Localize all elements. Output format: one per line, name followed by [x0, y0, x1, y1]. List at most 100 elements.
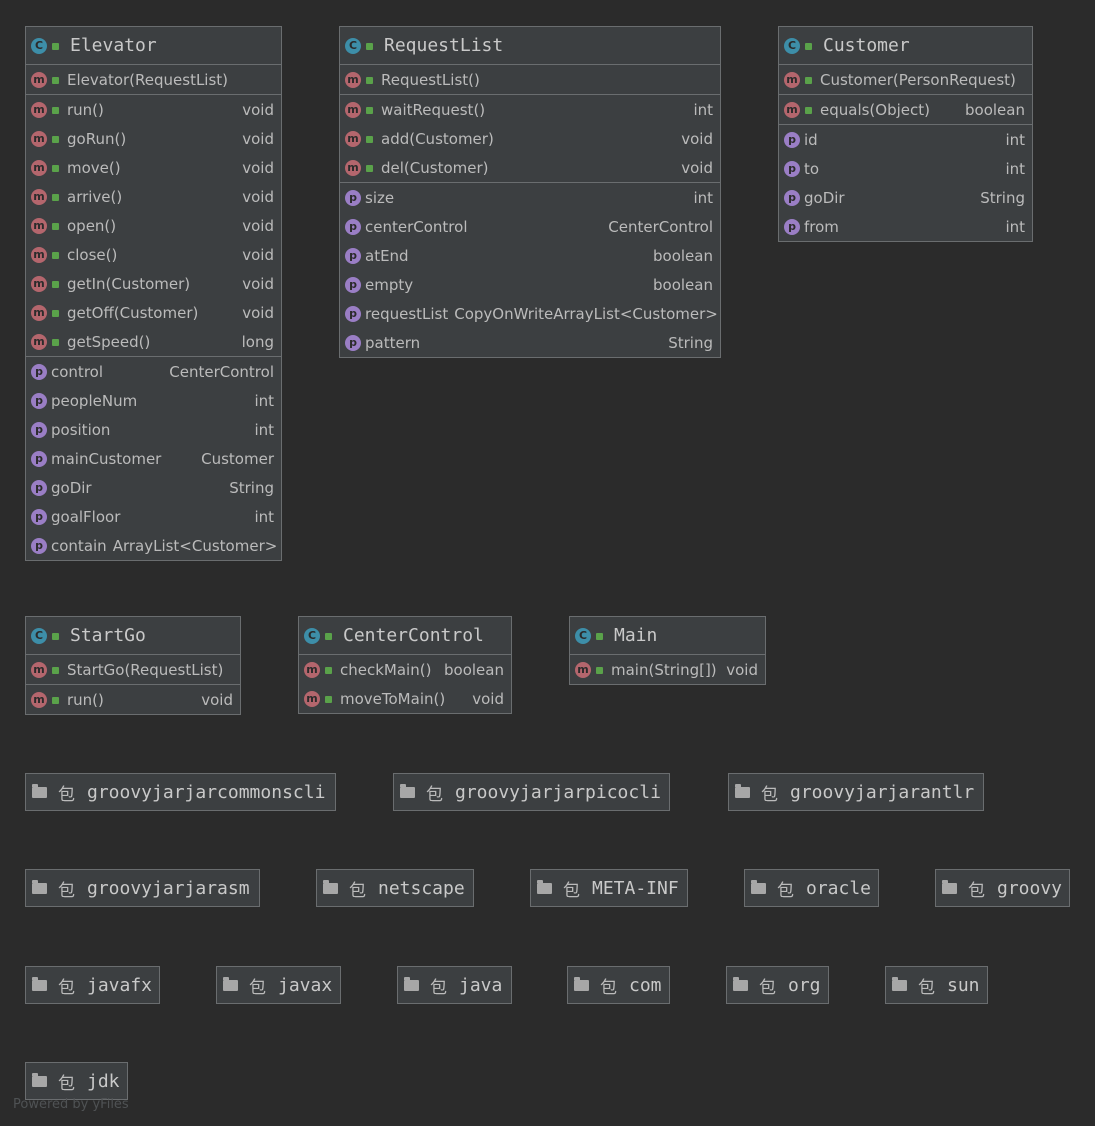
folder-icon: [751, 879, 766, 894]
property-icon: p: [31, 508, 47, 525]
package-groovyjarjarcommonscli[interactable]: 包 groovyjarjarcommonscli: [25, 773, 336, 811]
public-icon: [52, 667, 59, 674]
public-icon: [366, 107, 373, 114]
property-icon: p: [345, 247, 361, 264]
field-type: int: [1005, 159, 1025, 178]
field-row[interactable]: p pattern String: [340, 328, 720, 357]
folder-icon: [942, 879, 957, 894]
method-row[interactable]: m equals(Object) boolean: [779, 95, 1032, 124]
package-oracle[interactable]: 包 oracle: [744, 869, 879, 907]
field-row[interactable]: p goDir String: [26, 473, 281, 502]
field-type: int: [254, 391, 274, 410]
constructor-row[interactable]: m Customer(PersonRequest): [779, 65, 1032, 94]
constructor-row[interactable]: m Elevator(RequestList): [26, 65, 281, 94]
field-row[interactable]: p position int: [26, 415, 281, 444]
field-row[interactable]: p id int: [779, 125, 1032, 154]
method-row[interactable]: m close() void: [26, 240, 281, 269]
class-icon: C: [345, 37, 361, 54]
package-groovyjarjarantlr[interactable]: 包 groovyjarjarantlr: [728, 773, 984, 811]
method-type: void: [726, 660, 758, 679]
field-row[interactable]: p mainCustomer Customer: [26, 444, 281, 473]
method-row[interactable]: m getOff(Customer) void: [26, 298, 281, 327]
package-keyword: 包: [777, 880, 794, 901]
field-row[interactable]: p peopleNum int: [26, 386, 281, 415]
method-row[interactable]: m add(Customer) void: [340, 124, 720, 153]
package-netscape[interactable]: 包 netscape: [316, 869, 474, 907]
class-elevator[interactable]: C Elevator m Elevator(RequestList) m run()…: [25, 26, 282, 561]
folder-icon: [323, 879, 338, 894]
method-icon: m: [31, 71, 47, 88]
class-centercontrol[interactable]: C CenterControl m checkMain() boolean m mov…: [298, 616, 512, 714]
package-sun[interactable]: 包 sun: [885, 966, 988, 1004]
method-name: getSpeed(): [67, 332, 151, 351]
package-meta-inf[interactable]: 包 META-INF: [530, 869, 688, 907]
package-javafx[interactable]: 包 javafx: [25, 966, 160, 1004]
class-name: RequestList: [384, 35, 504, 56]
package-keyword: 包: [58, 977, 75, 998]
method-type: void: [242, 245, 274, 264]
method-icon: m: [31, 246, 47, 263]
package-name: groovyjarjarantlr: [790, 781, 975, 803]
method-row[interactable]: m del(Customer) void: [340, 153, 720, 182]
method-row[interactable]: m moveToMain() void: [299, 684, 511, 713]
package-jdk[interactable]: 包 jdk: [25, 1062, 128, 1100]
class-startgo[interactable]: C StartGo m StartGo(RequestList) m run() vo…: [25, 616, 241, 715]
method-row[interactable]: m main(String[]) void: [570, 655, 765, 684]
field-row[interactable]: p centerControl CenterControl: [340, 212, 720, 241]
methods-section: m checkMain() boolean m moveToMain() void: [299, 655, 511, 713]
constructor-section: m Elevator(RequestList): [26, 65, 281, 95]
constructor-row[interactable]: m RequestList(): [340, 65, 720, 94]
field-row[interactable]: p empty boolean: [340, 270, 720, 299]
constructor-row[interactable]: m StartGo(RequestList): [26, 655, 240, 684]
method-icon: m: [784, 101, 800, 118]
method-row[interactable]: m waitRequest() int: [340, 95, 720, 124]
field-row[interactable]: p goalFloor int: [26, 502, 281, 531]
field-row[interactable]: p control CenterControl: [26, 357, 281, 386]
class-requestlist[interactable]: C RequestList m RequestList() m waitReques…: [339, 26, 721, 358]
method-icon: m: [31, 333, 47, 350]
public-icon: [805, 77, 812, 84]
property-icon: p: [784, 131, 800, 148]
method-row[interactable]: m arrive() void: [26, 182, 281, 211]
field-row[interactable]: p size int: [340, 183, 720, 212]
package-java[interactable]: 包 java: [397, 966, 512, 1004]
package-keyword: 包: [600, 977, 617, 998]
method-icon: m: [31, 217, 47, 234]
field-row[interactable]: p contain ArrayList<Customer>: [26, 531, 281, 560]
property-icon: p: [784, 189, 800, 206]
package-groovyjarjarpicocli[interactable]: 包 groovyjarjarpicocli: [393, 773, 670, 811]
method-row[interactable]: m checkMain() boolean: [299, 655, 511, 684]
public-icon: [52, 165, 59, 172]
constructor-section: m StartGo(RequestList): [26, 655, 240, 685]
package-javax[interactable]: 包 javax: [216, 966, 341, 1004]
method-icon: m: [31, 101, 47, 118]
package-groovyjarjarasm[interactable]: 包 groovyjarjarasm: [25, 869, 260, 907]
class-main[interactable]: C Main m main(String[]) void: [569, 616, 766, 685]
field-row[interactable]: p requestList CopyOnWriteArrayList<Custome…: [340, 299, 720, 328]
method-row[interactable]: m open() void: [26, 211, 281, 240]
field-row[interactable]: p atEnd boolean: [340, 241, 720, 270]
methods-section: m run() void m goRun() void m move() void m arr…: [26, 95, 281, 357]
method-row[interactable]: m run() void: [26, 685, 240, 714]
field-type: int: [1005, 217, 1025, 236]
method-row[interactable]: m goRun() void: [26, 124, 281, 153]
package-groovy[interactable]: 包 groovy: [935, 869, 1070, 907]
package-com[interactable]: 包 com: [567, 966, 670, 1004]
method-name: del(Customer): [381, 158, 489, 177]
field-type: CenterControl: [169, 362, 274, 381]
public-icon: [52, 310, 59, 317]
package-name: groovyjarjarpicocli: [455, 781, 661, 803]
field-row[interactable]: p to int: [779, 154, 1032, 183]
methods-section: m equals(Object) boolean: [779, 95, 1032, 125]
class-customer[interactable]: C Customer m Customer(PersonRequest) m equ…: [778, 26, 1033, 242]
method-row[interactable]: m getIn(Customer) void: [26, 269, 281, 298]
class-icon: C: [31, 37, 47, 54]
field-row[interactable]: p from int: [779, 212, 1032, 241]
property-icon: p: [31, 421, 47, 438]
method-row[interactable]: m move() void: [26, 153, 281, 182]
method-row[interactable]: m run() void: [26, 95, 281, 124]
package-org[interactable]: 包 org: [726, 966, 829, 1004]
field-row[interactable]: p goDir String: [779, 183, 1032, 212]
method-row[interactable]: m getSpeed() long: [26, 327, 281, 356]
package-keyword: 包: [58, 784, 75, 805]
